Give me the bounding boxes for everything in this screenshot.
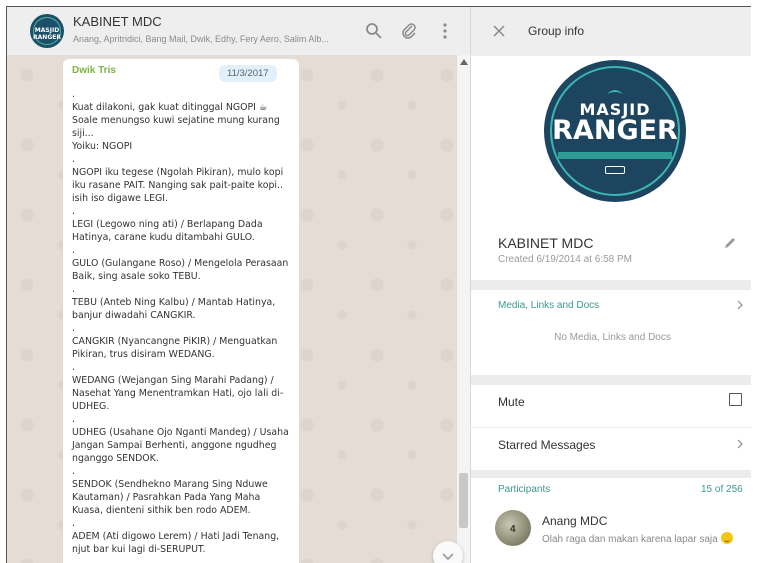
no-media-text: No Media, Links and Docs (554, 332, 671, 343)
chevron-right-icon[interactable] (735, 299, 745, 311)
chat-scrollbar[interactable] (456, 55, 470, 563)
menu-icon[interactable] (435, 21, 455, 41)
crescent-icon (607, 90, 623, 94)
starred-messages-label: Starred Messages (498, 438, 596, 452)
mute-checkbox[interactable] (729, 393, 742, 406)
avatar-text: MASJID RANGER (33, 27, 61, 41)
chevron-down-icon (442, 553, 454, 561)
group-info-header: Group info (471, 7, 751, 55)
participant-name[interactable]: Anang MDC (542, 514, 607, 528)
message-date: 11/3/2017 (219, 65, 277, 82)
participants-label: Participants (498, 484, 551, 495)
chat-participants-summary: Anang, Apritridici, Bang Mail, Dwik, Edh… (73, 34, 329, 44)
group-created-date: Created 6/19/2014 at 6:58 PM (498, 254, 632, 265)
participant-status: Olah raga dan makan karena lapar saja (542, 532, 733, 545)
attach-icon[interactable] (399, 21, 419, 41)
scroll-up-icon[interactable] (460, 59, 468, 65)
app-window: MASJID RANGER KABINET MDC Anang, Apritri… (6, 6, 751, 563)
chat-messages[interactable]: Dwik Tris 11/3/2017 . Kuat dilakoni, gak… (7, 55, 471, 563)
media-links-docs-label[interactable]: Media, Links and Docs (498, 300, 599, 311)
group-info-title: Group info (528, 24, 585, 38)
participants-count: 15 of 256 (701, 484, 743, 495)
logo-badge (605, 166, 625, 174)
group-photo[interactable]: MASJID RANGER (544, 60, 686, 202)
message-text: . Kuat dilakoni, gak kuat ditinggal NGOP… (72, 89, 289, 563)
logo-line2: RANGER (552, 115, 678, 146)
smiley-emoji-icon (720, 532, 733, 544)
logo-band (558, 152, 672, 159)
close-icon[interactable] (489, 21, 509, 41)
group-name: KABINET MDC (498, 235, 594, 251)
participant-status-text: Olah raga dan makan karena lapar saja (542, 534, 718, 545)
group-info-panel: Group info MASJID RANGER KABINET MDC Cre… (471, 7, 751, 563)
edit-icon[interactable] (722, 235, 738, 251)
chevron-right-icon[interactable] (735, 438, 745, 450)
participant-avatar-text: 4 (510, 524, 516, 535)
group-avatar[interactable]: MASJID RANGER (30, 14, 64, 48)
search-icon[interactable] (364, 21, 384, 41)
participant-avatar[interactable]: 4 (495, 510, 531, 546)
message-bubble[interactable]: Dwik Tris 11/3/2017 . Kuat dilakoni, gak… (63, 59, 299, 563)
scroll-to-bottom-button[interactable] (433, 541, 463, 563)
chat-title: KABINET MDC (73, 14, 162, 29)
mute-label: Mute (498, 395, 525, 409)
chat-header[interactable]: MASJID RANGER KABINET MDC Anang, Apritri… (7, 7, 471, 55)
scroll-thumb[interactable] (459, 473, 468, 528)
